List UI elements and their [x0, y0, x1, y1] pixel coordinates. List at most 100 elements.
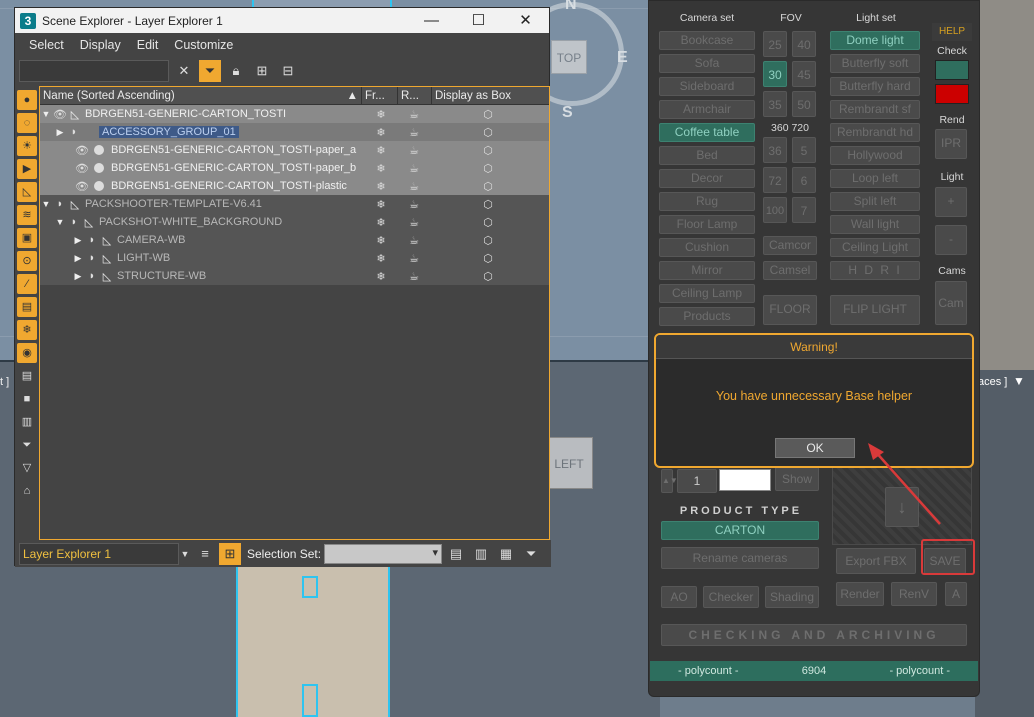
fov-6-button[interactable]: 6 — [792, 167, 816, 193]
geometry-filter-icon[interactable]: ● — [17, 90, 37, 110]
close-button[interactable]: ✕ — [502, 8, 549, 33]
collapse-icon[interactable]: ▼ — [54, 217, 66, 227]
titlebar[interactable]: 3 Scene Explorer - Layer Explorer 1 — ☐ … — [15, 8, 549, 33]
freeze-icon[interactable]: ❄ — [373, 126, 389, 139]
menu-select[interactable]: Select — [21, 38, 72, 52]
light-dome-button[interactable]: Dome light — [830, 31, 920, 50]
camset-bookcase-button[interactable]: Bookcase — [659, 31, 755, 50]
hidden-filter-icon[interactable]: ◉ — [17, 343, 37, 363]
lock-icon[interactable]: 🔒︎ — [225, 60, 247, 82]
table-row[interactable]: ▶ ◗ ◺ CAMERA-WB ❄ ☕︎ ⬡ — [40, 231, 549, 249]
visibility-eye-icon[interactable]: 👁︎ — [74, 180, 90, 193]
camset-armchair-button[interactable]: Armchair — [659, 100, 755, 119]
camset-mirror-button[interactable]: Mirror — [659, 261, 755, 280]
fov-50-button[interactable]: 50 — [792, 91, 816, 117]
light-butterfly-soft-button[interactable]: Butterfly soft — [830, 54, 920, 73]
box-icon[interactable]: ⬡ — [480, 108, 496, 121]
freeze-icon[interactable]: ❄ — [373, 198, 389, 211]
checker-button[interactable]: Checker — [703, 586, 759, 608]
light-hollywood-button[interactable]: Hollywood — [830, 146, 920, 165]
filter-selection-icon[interactable]: ⏷ — [520, 543, 542, 565]
menu-edit[interactable]: Edit — [129, 38, 167, 52]
visibility-eye-icon[interactable]: 👁︎ — [74, 162, 90, 175]
camset-ceiling-lamp-button[interactable]: Ceiling Lamp — [659, 284, 755, 303]
display-invert-icon[interactable]: ▥ — [17, 412, 37, 432]
shading-button[interactable]: Shading — [765, 586, 819, 608]
a-button[interactable]: A — [945, 582, 967, 606]
navcube-top-face[interactable]: TOP — [551, 40, 587, 74]
bones-filter-icon[interactable]: ⁄ — [17, 274, 37, 294]
freeze-icon[interactable]: ❄ — [373, 216, 389, 229]
hidden-icon[interactable]: ◗ — [66, 216, 82, 228]
render-teapot-icon[interactable]: ☕︎ — [406, 180, 422, 193]
expand-icon[interactable]: ▶ — [72, 253, 84, 264]
chevron-down-icon[interactable]: ▼ — [179, 549, 191, 559]
filter-funnel-2-icon[interactable]: ▽ — [17, 458, 37, 478]
explorer-select[interactable]: Layer Explorer 1 — [19, 542, 179, 565]
fov-7-button[interactable]: 7 — [792, 197, 816, 223]
xrefs-filter-icon[interactable]: ⊙ — [17, 251, 37, 271]
column-frozen[interactable]: Fr... — [362, 87, 398, 104]
export-fbx-button[interactable]: Export FBX — [836, 548, 916, 574]
render-teapot-icon[interactable]: ☕︎ — [406, 198, 422, 211]
ao-button[interactable]: AO — [661, 586, 697, 608]
layers-icon[interactable]: ≡ — [194, 543, 216, 565]
search-input[interactable] — [19, 60, 169, 82]
light-split-left-button[interactable]: Split left — [830, 192, 920, 211]
column-name[interactable]: Name (Sorted Ascending) ▲ — [40, 87, 362, 104]
render-teapot-icon[interactable]: ☕︎ — [406, 270, 422, 283]
camset-decor-button[interactable]: Decor — [659, 169, 755, 188]
camset-sofa-button[interactable]: Sofa — [659, 54, 755, 73]
fov-25-button[interactable]: 25 — [763, 31, 787, 57]
box-icon[interactable]: ⬡ — [480, 216, 496, 229]
scene-tree[interactable]: Name (Sorted Ascending) ▲ Fr... R... Disp… — [39, 86, 550, 540]
fov-72-button[interactable]: 72 — [763, 167, 787, 193]
container-icon[interactable]: ⌂ — [17, 481, 37, 501]
check-ok-swatch[interactable] — [935, 60, 969, 80]
visibility-eye-icon[interactable]: 👁︎ — [52, 108, 68, 121]
table-row[interactable]: 👁︎ BDRGEN51-GENERIC-CARTON_TOSTI-plastic… — [40, 177, 549, 195]
fov-100-button[interactable]: 100 — [763, 197, 787, 223]
ok-button[interactable]: OK — [775, 438, 855, 458]
render-teapot-icon[interactable]: ☕︎ — [406, 234, 422, 247]
camset-coffee-table-button[interactable]: Coffee table — [659, 123, 755, 142]
hidden-icon[interactable]: ◗ — [84, 270, 100, 282]
expand-icon[interactable]: ▶ — [72, 271, 84, 282]
box-icon[interactable]: ⬡ — [480, 180, 496, 193]
light-butterfly-hard-button[interactable]: Butterfly hard — [830, 77, 920, 96]
box-icon[interactable]: ⬡ — [480, 144, 496, 157]
filter-funnel-icon[interactable]: ⏷ — [17, 435, 37, 455]
ipr-button[interactable]: IPR — [935, 129, 967, 159]
spacewarps-filter-icon[interactable]: ≋ — [17, 205, 37, 225]
box-icon[interactable]: ⬡ — [480, 126, 496, 139]
camset-products-button[interactable]: Products — [659, 307, 755, 326]
hidden-icon[interactable]: ◗ — [84, 252, 100, 264]
light-ceiling-button[interactable]: Ceiling Light — [830, 238, 920, 257]
freeze-icon[interactable]: ❄ — [373, 180, 389, 193]
spinner-arrows[interactable]: ▲▼ — [661, 469, 678, 493]
show-button[interactable]: Show — [775, 467, 819, 491]
containers-filter-icon[interactable]: ▤ — [17, 297, 37, 317]
table-row[interactable]: 👁︎ BDRGEN51-GENERIC-CARTON_TOSTI-paper_b… — [40, 159, 549, 177]
camset-floor-lamp-button[interactable]: Floor Lamp — [659, 215, 755, 234]
box-icon[interactable]: ⬡ — [480, 252, 496, 265]
freeze-icon[interactable]: ❄ — [373, 252, 389, 265]
render-teapot-icon[interactable]: ☕︎ — [406, 126, 422, 139]
light-hdri-button[interactable]: H D R I — [830, 261, 920, 280]
visibility-eye-icon[interactable]: 👁︎ — [74, 144, 90, 157]
shapes-filter-icon[interactable]: ◌ — [17, 113, 37, 133]
lights-filter-icon[interactable]: ☀ — [17, 136, 37, 156]
remove-selection-set-icon[interactable]: ▥ — [470, 543, 492, 565]
expand-icon[interactable]: ▶ — [54, 127, 66, 138]
minimize-button[interactable]: — — [408, 8, 455, 33]
hierarchy-expand-icon[interactable]: ⊟ — [277, 60, 299, 82]
camset-cushion-button[interactable]: Cushion — [659, 238, 755, 257]
hierarchy-icon[interactable]: ⊞ — [251, 60, 273, 82]
menu-customize[interactable]: Customize — [166, 38, 241, 52]
render-button[interactable]: Render — [836, 582, 884, 606]
clear-search-icon[interactable]: ✕ — [173, 60, 195, 82]
edit-selection-set-icon[interactable]: ▦ — [495, 543, 517, 565]
light-plus-button[interactable]: + — [935, 187, 967, 217]
expand-icon[interactable]: ▶ — [72, 235, 84, 246]
box-icon[interactable]: ⬡ — [480, 270, 496, 283]
